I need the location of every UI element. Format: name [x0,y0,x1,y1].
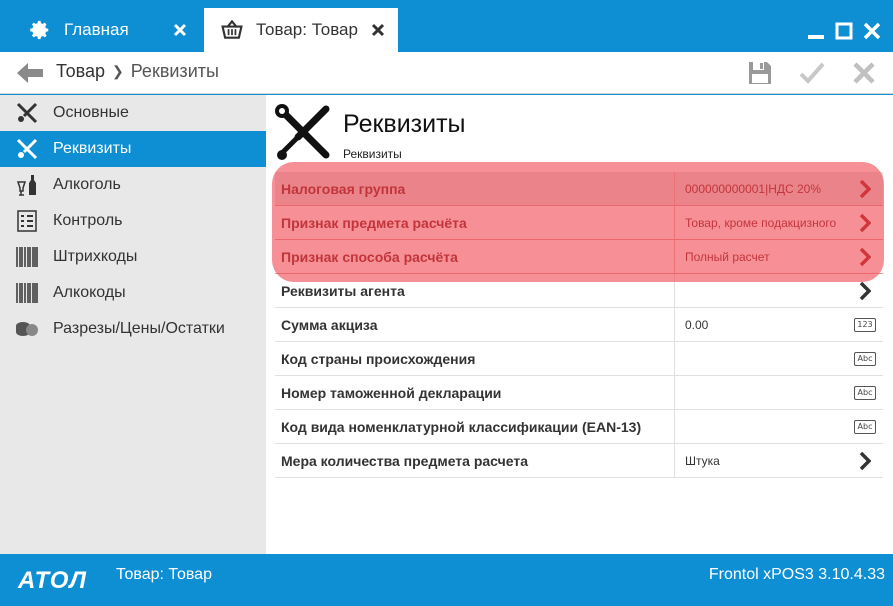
row-value: Товар, кроме подакцизного [685,215,837,230]
sidebar-item-label: Разрезы/Цены/Остатки [53,320,225,337]
row-label: Номер таможенной декларации [275,376,675,409]
barcode-icon [13,281,41,305]
chevron-right-icon[interactable] [847,213,883,233]
chevron-right-icon[interactable] [847,281,883,301]
checklist-icon [13,209,41,233]
numeric-badge: 123 [854,317,876,332]
row-label: Код страны происхождения [275,342,675,375]
gear-icon [28,18,52,42]
chevron-right-icon[interactable] [847,179,883,199]
text-input-icon[interactable]: Abc [847,351,883,366]
minimize-icon[interactable] [805,20,827,42]
tab-bar: Главная Товар: Товар [0,0,893,52]
tools-icon [13,137,41,161]
text-badge: Abc [854,385,876,400]
chevron-right-icon[interactable] [847,451,883,471]
checkmark-icon[interactable] [797,58,827,88]
row-agent-requisites[interactable]: Реквизиты агента [275,274,883,308]
sidebar-item-label: Основные [53,104,129,121]
row-label: Код вида номенклатурной классификации (E… [275,410,675,443]
row-label: Сумма акциза [275,308,675,341]
save-icon[interactable] [745,58,775,88]
coins-icon [13,317,41,341]
maximize-icon[interactable] [833,20,855,42]
text-badge: Abc [854,351,876,366]
sidebar-item-label: Реквизиты [53,140,132,157]
row-value: 000000000001|НДС 20% [685,181,822,196]
aton-logo: ATOЛ [18,567,87,594]
sidebar-item-label: Контроль [53,212,123,229]
text-input-icon[interactable]: Abc [847,419,883,434]
row-nomenclature-code[interactable]: Код вида номенклатурной классификации (E… [275,410,883,444]
tools-icon [13,101,41,125]
page-subtitle: Реквизиты [343,147,402,161]
main-panel: Реквизиты Реквизиты Налоговая группа 000… [266,95,893,554]
sidebar-item-alcohol[interactable]: Алкоголь [0,167,266,203]
breadcrumb-root[interactable]: Товар [56,61,105,82]
basket-icon [220,18,244,42]
breadcrumb-separator-icon: ❯ [111,63,124,79]
tools-icon [272,103,334,165]
row-customs-declaration[interactable]: Номер таможенной декларации Abc [275,376,883,410]
row-tax-group[interactable]: Налоговая группа 000000000001|НДС 20% [275,172,883,206]
text-badge: Abc [854,419,876,434]
header-bar: Товар ❯ Реквизиты [0,52,893,94]
breadcrumb-current: Реквизиты [130,61,219,81]
row-country-code[interactable]: Код страны происхождения Abc [275,342,883,376]
numeric-input-icon[interactable]: 123 [847,317,883,332]
row-excise-amount[interactable]: Сумма акциза 0.00 123 [275,308,883,342]
row-quantity-measure[interactable]: Мера количества предмета расчета Штука [275,444,883,478]
sidebar-item-barcodes[interactable]: Штрихкоды [0,239,266,275]
sidebar-item-label: Алкокоды [53,284,126,301]
row-label: Мера количества предмета расчета [275,444,675,477]
row-value: Штука [685,453,720,468]
bottle-icon [13,173,41,197]
page-header: Реквизиты Реквизиты [266,95,893,169]
cancel-icon[interactable] [849,58,879,88]
sidebar-item-requisites[interactable]: Реквизиты [0,131,266,167]
tab-home[interactable]: Главная [12,8,200,52]
close-window-icon[interactable] [861,20,883,42]
barcode-icon [13,245,41,269]
text-input-icon[interactable]: Abc [847,385,883,400]
breadcrumb: Товар ❯ Реквизиты [56,61,219,82]
row-label: Реквизиты агента [275,274,675,307]
tab-home-label: Главная [64,20,129,39]
row-value: 0.00 [685,317,709,332]
sidebar-item-alcocodes[interactable]: Алкокоды [0,275,266,311]
page-title: Реквизиты [343,110,466,138]
close-icon[interactable] [364,16,392,44]
close-icon[interactable] [166,16,194,44]
footer-title: Товар: Товар [116,566,212,583]
app-version: Frontol xPOS3 3.10.4.33 [708,566,885,583]
sidebar-item-sections[interactable]: Разрезы/Цены/Остатки [0,311,266,347]
tab-product[interactable]: Товар: Товар [204,8,398,52]
sidebar-item-label: Штрихкоды [53,248,138,265]
tab-product-label: Товар: Товар [256,20,358,39]
sidebar-item-main[interactable]: Основные [0,95,266,131]
sidebar-item-label: Алкоголь [53,176,121,193]
header-actions [745,58,879,88]
row-label: Налоговая группа [275,172,675,205]
row-value: Полный расчет [685,249,770,264]
row-label: Признак предмета расчёта [275,206,675,239]
requisites-list: Налоговая группа 000000000001|НДС 20% Пр… [275,172,883,478]
row-payment-method[interactable]: Признак способа расчёта Полный расчет [275,240,883,274]
sidebar: Основные Реквизиты Алкоголь Контроль Штр… [0,95,266,554]
row-payment-subject[interactable]: Признак предмета расчёта Товар, кроме по… [275,206,883,240]
footer-bar: ATOЛ Товар: Товар Frontol xPOS3 3.10.4.3… [0,554,893,606]
row-label: Признак способа расчёта [275,240,675,273]
back-arrow-icon[interactable] [16,61,44,85]
window-controls [805,20,883,42]
sidebar-item-control[interactable]: Контроль [0,203,266,239]
chevron-right-icon[interactable] [847,247,883,267]
